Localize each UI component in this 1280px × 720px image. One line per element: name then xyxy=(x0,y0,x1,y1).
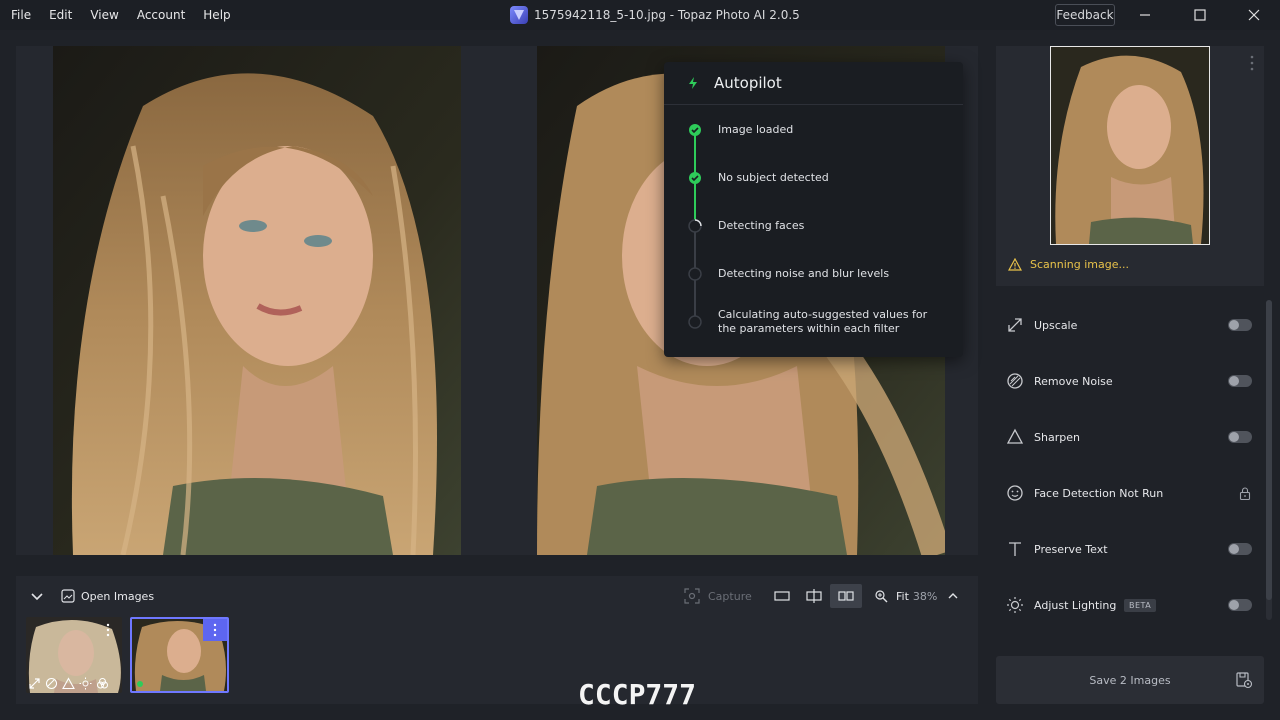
scanning-status: Scanning image... xyxy=(1008,258,1129,271)
window-title-area: 1575942118_5-10.jpg - Topaz Photo AI 2.0… xyxy=(510,0,800,30)
check-icon xyxy=(689,172,701,184)
step-label: Detecting noise and blur levels xyxy=(718,267,890,280)
chevron-up-icon[interactable] xyxy=(947,590,959,602)
step-label: Image loaded xyxy=(718,123,794,136)
scanning-text: Scanning image... xyxy=(1030,258,1129,271)
kebab-icon xyxy=(1250,55,1254,71)
menu-file[interactable]: File xyxy=(2,0,40,30)
autopilot-title: Autopilot xyxy=(714,74,782,92)
sharpen-icon xyxy=(1006,428,1024,444)
step-label: Calculating auto-suggested values for th… xyxy=(718,308,928,335)
autopilot-header: Autopilot xyxy=(664,62,963,105)
save-button-label: Save 2 Images xyxy=(1089,673,1171,687)
filter-preserve-text[interactable]: Preserve Text xyxy=(996,531,1264,567)
sharpen-toggle[interactable] xyxy=(1228,431,1252,443)
view-side-by-side-button[interactable] xyxy=(830,584,862,608)
open-images-button[interactable]: Open Images xyxy=(57,584,158,608)
menu-account[interactable]: Account xyxy=(128,0,194,30)
zoom-value: 38% xyxy=(912,589,938,603)
close-button[interactable] xyxy=(1234,0,1274,30)
active-status-dot xyxy=(137,681,143,687)
filter-label: Remove Noise xyxy=(1034,374,1113,388)
app-logo-icon xyxy=(510,6,528,24)
split-view-icon xyxy=(806,589,822,603)
menu-bar: File Edit View Account Help xyxy=(2,0,240,30)
kebab-icon xyxy=(213,623,217,637)
filter-label: Upscale xyxy=(1034,318,1078,332)
image-thumbnail-selected[interactable] xyxy=(130,617,229,693)
navigator-thumbnail[interactable] xyxy=(1050,46,1210,245)
filter-face-detection[interactable]: Face Detection Not Run xyxy=(996,475,1264,511)
maximize-button[interactable] xyxy=(1180,0,1220,30)
pending-icon xyxy=(688,315,702,329)
upscale-icon xyxy=(29,678,40,689)
single-view-icon xyxy=(774,591,790,601)
zoom-icon xyxy=(875,590,888,603)
menu-help[interactable]: Help xyxy=(194,0,239,30)
navigator-menu-button[interactable] xyxy=(1250,55,1254,74)
thumbnail-menu-button[interactable] xyxy=(203,619,227,641)
warning-icon xyxy=(1008,258,1022,271)
menu-view[interactable]: View xyxy=(81,0,127,30)
title-bar: File Edit View Account Help 1575942118_5… xyxy=(0,0,1280,30)
filter-adjust-lighting[interactable]: Adjust Lighting BETA xyxy=(996,587,1264,623)
navigator-panel: Scanning image... xyxy=(996,46,1264,286)
lighting-icon xyxy=(1007,597,1023,613)
image-add-icon xyxy=(61,589,75,603)
pending-icon xyxy=(688,267,702,281)
face-icon xyxy=(1007,485,1023,501)
close-icon xyxy=(1248,9,1260,21)
check-icon xyxy=(689,124,701,136)
filter-upscale[interactable]: Upscale xyxy=(996,307,1264,343)
remove-noise-icon xyxy=(1007,373,1023,389)
filter-label: Face Detection Not Run xyxy=(1034,486,1164,500)
thumbnail-filter-icons xyxy=(28,677,109,690)
capture-label: Capture xyxy=(708,589,752,603)
view-single-button[interactable] xyxy=(768,584,798,608)
filters-scrollbar-thumb[interactable] xyxy=(1266,300,1272,600)
remove-noise-icon xyxy=(45,677,58,690)
feedback-button[interactable]: Feedback xyxy=(1055,4,1115,26)
preserve-text-toggle[interactable] xyxy=(1228,543,1252,555)
color-icon xyxy=(97,678,108,689)
view-split-button[interactable] xyxy=(800,584,830,608)
autopilot-panel: Autopilot Image loaded No subject detect… xyxy=(664,62,963,357)
lock-icon xyxy=(1239,486,1251,500)
filter-label: Sharpen xyxy=(1034,430,1080,444)
filter-remove-noise[interactable]: Remove Noise xyxy=(996,363,1264,399)
original-image xyxy=(53,46,461,555)
step-label: No subject detected xyxy=(718,171,829,184)
side-by-side-icon xyxy=(838,591,854,601)
maximize-icon xyxy=(1194,9,1206,21)
filter-label: Preserve Text xyxy=(1034,542,1108,556)
lighting-icon xyxy=(79,677,92,690)
capture-icon xyxy=(684,588,700,604)
filter-sharpen[interactable]: Sharpen xyxy=(996,419,1264,455)
minimize-button[interactable] xyxy=(1125,0,1165,30)
kebab-icon[interactable] xyxy=(106,623,110,637)
menu-edit[interactable]: Edit xyxy=(40,0,81,30)
capture-button[interactable]: Capture xyxy=(684,584,752,608)
adjust-lighting-toggle[interactable] xyxy=(1228,599,1252,611)
step-label: Detecting faces xyxy=(718,219,805,232)
watermark-text: CCCP777 xyxy=(578,678,697,711)
save-button[interactable]: Save 2 Images xyxy=(996,656,1264,704)
upscale-toggle[interactable] xyxy=(1228,319,1252,331)
sharpen-icon xyxy=(62,677,75,690)
window-title: 1575942118_5-10.jpg - Topaz Photo AI 2.0… xyxy=(534,8,800,22)
chevron-down-icon[interactable] xyxy=(28,587,46,605)
filter-label: Adjust Lighting xyxy=(1034,598,1117,612)
open-images-label: Open Images xyxy=(81,589,155,603)
beta-badge: BETA xyxy=(1124,598,1157,612)
upscale-icon xyxy=(1008,318,1022,332)
minimize-icon xyxy=(1140,14,1150,16)
save-settings-icon[interactable] xyxy=(1235,671,1253,689)
spinner-icon xyxy=(688,219,702,233)
remove-noise-toggle[interactable] xyxy=(1228,375,1252,387)
lightning-icon xyxy=(689,77,697,89)
text-icon xyxy=(1009,542,1021,556)
zoom-control[interactable]: Fit 38% xyxy=(874,584,959,608)
zoom-label: Fit xyxy=(896,589,909,603)
